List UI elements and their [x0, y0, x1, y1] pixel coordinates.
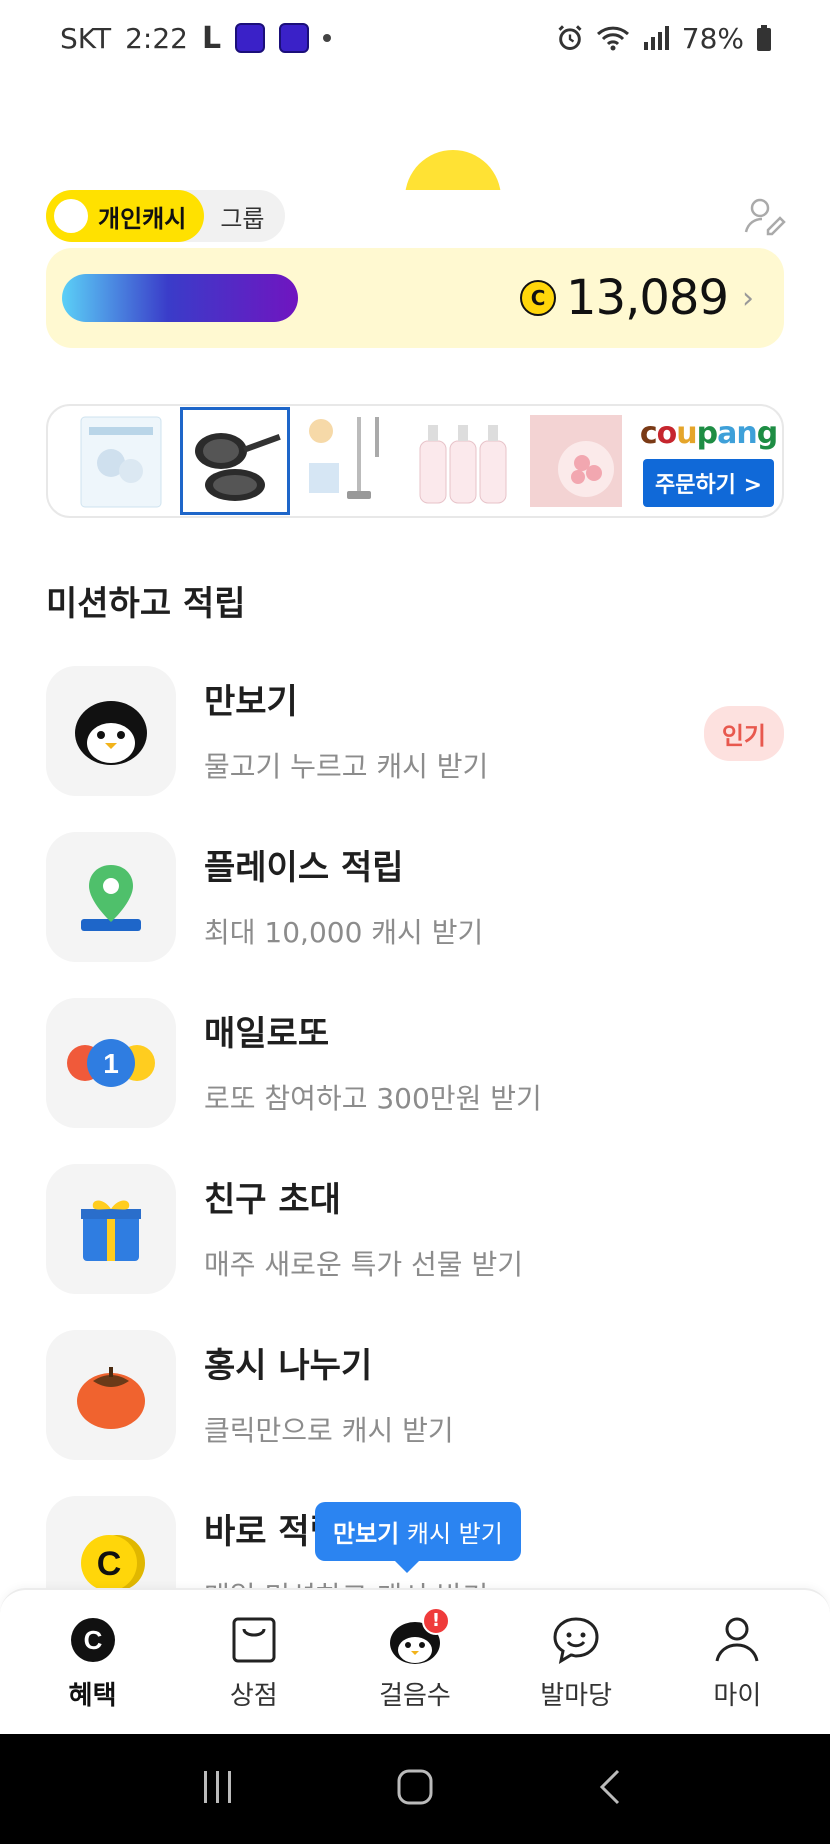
home-icon[interactable] — [395, 1767, 435, 1811]
cash-coin-icon: C — [520, 280, 557, 316]
nav-label: 발마당 — [540, 1680, 613, 1711]
nav-label: 혜택 — [68, 1680, 117, 1711]
mission-item-invite[interactable]: 친구 초대 매주 새로운 특가 선물 받기 — [46, 1164, 784, 1330]
chevron-right-icon: › — [742, 280, 754, 316]
nav-steps[interactable]: ! 걸음수 — [340, 1606, 490, 1712]
signal-icon — [642, 24, 670, 52]
person-icon — [710, 1613, 764, 1667]
mission-item-persimmon[interactable]: 홍시 나누기 클릭만으로 캐시 받기 — [46, 1330, 784, 1496]
svg-text:1: 1 — [103, 1048, 119, 1079]
toggle-group-label[interactable]: 그룹 — [204, 199, 284, 234]
system-nav-bar — [0, 1734, 830, 1844]
alert-badge-icon: ! — [421, 1606, 450, 1635]
mission-title: 친구 초대 — [204, 1180, 341, 1220]
level-gradient-bar — [62, 274, 298, 322]
nav-label: 상점 — [229, 1680, 278, 1711]
tooltip-bold: 만보기 — [333, 1520, 400, 1548]
mission-item-place[interactable]: 플레이스 적립 최대 10,000 캐시 받기 — [46, 832, 784, 998]
shopping-bag-icon — [227, 1613, 281, 1667]
clock: 2:22 — [125, 21, 188, 55]
cash-type-toggle[interactable]: 개인캐시 그룹 — [46, 190, 285, 242]
balance-card[interactable]: C 13,089 › — [46, 248, 784, 348]
persimmon-icon — [46, 1330, 176, 1460]
cash-c-icon: C — [66, 1613, 120, 1667]
nav-benefits[interactable]: C 혜택 — [18, 1613, 168, 1712]
toggle-knob — [54, 199, 88, 233]
barcode-app-icon-2 — [279, 23, 310, 53]
battery-icon — [756, 24, 772, 52]
gift-icon — [46, 1164, 176, 1294]
header-coin-art — [405, 150, 501, 190]
svg-text:C: C — [83, 1625, 102, 1655]
recent-apps-icon[interactable] — [198, 1767, 238, 1811]
toggle-personal-label: 개인캐시 — [98, 204, 187, 233]
ad-product-thumb-selected[interactable] — [179, 407, 290, 515]
mission-item-lotto[interactable]: 1 매일로또 로또 참여하고 300만원 받기 — [46, 998, 784, 1164]
coupang-cta[interactable]: coupang 주문하기 > — [635, 407, 782, 515]
tooltip-text: 캐시 받기 — [399, 1520, 503, 1548]
mission-subtitle: 클릭만으로 캐시 받기 — [204, 1414, 454, 1447]
mission-subtitle: 최대 10,000 캐시 받기 — [204, 916, 484, 949]
map-pin-icon — [46, 832, 176, 962]
wifi-icon — [596, 24, 630, 52]
coupang-ad-banner[interactable]: coupang 주문하기 > — [46, 404, 784, 518]
cash-balance: 13,089 — [566, 270, 729, 326]
ad-product-thumb[interactable] — [521, 407, 631, 515]
carrier-label: SKT — [60, 21, 112, 55]
penguin-icon — [46, 666, 176, 796]
alarm-icon — [556, 24, 584, 52]
section-title: 미션하고 적립 — [46, 584, 246, 624]
coupang-logo: coupang — [639, 415, 778, 451]
chat-bubble-icon — [549, 1613, 603, 1667]
nav-label: 마이 — [713, 1680, 762, 1711]
l-notification-icon: L — [201, 20, 222, 56]
bottom-nav: C 혜택 상점 ! 걸음수 발마당 마이 — [0, 1588, 830, 1734]
more-notifications-dot — [323, 34, 332, 42]
pedometer-tooltip[interactable]: 만보기 캐시 받기 — [315, 1502, 521, 1573]
cash-toggle-row: 개인캐시 그룹 — [46, 188, 786, 244]
barcode-app-icon — [235, 23, 266, 53]
mission-subtitle: 물고기 누르고 캐시 받기 — [204, 750, 489, 783]
edit-profile-icon[interactable] — [742, 194, 786, 238]
mission-title: 홍시 나누기 — [204, 1346, 373, 1386]
mission-item-pedometer[interactable]: 만보기 물고기 누르고 캐시 받기 인기 — [46, 666, 784, 832]
ad-product-thumb[interactable] — [407, 407, 517, 515]
battery-percent: 78% — [681, 21, 744, 55]
toggle-personal[interactable]: 개인캐시 — [46, 190, 205, 242]
mission-title: 매일로또 — [204, 1014, 330, 1054]
lotto-ball-icon: 1 — [46, 998, 176, 1128]
header-art-peek — [0, 150, 830, 190]
svg-text:C: C — [97, 1545, 122, 1583]
nav-my[interactable]: 마이 — [662, 1613, 812, 1712]
status-bar: SKT 2:22 L 78% — [0, 0, 830, 76]
ad-product-thumb[interactable] — [66, 407, 176, 515]
mission-subtitle: 로또 참여하고 300만원 받기 — [204, 1082, 542, 1115]
ad-product-thumb[interactable] — [294, 407, 404, 515]
nav-community[interactable]: 발마당 — [501, 1613, 651, 1712]
mission-subtitle: 매주 새로운 특가 선물 받기 — [204, 1248, 523, 1281]
nav-store[interactable]: 상점 — [179, 1613, 329, 1712]
mission-title: 플레이스 적립 — [204, 848, 404, 888]
mission-title: 만보기 — [204, 682, 298, 722]
penguin-icon: ! — [388, 1606, 450, 1667]
order-button[interactable]: 주문하기 > — [642, 458, 775, 507]
nav-label: 걸음수 — [379, 1680, 451, 1711]
popular-badge: 인기 — [703, 706, 784, 761]
back-icon[interactable] — [592, 1767, 632, 1811]
